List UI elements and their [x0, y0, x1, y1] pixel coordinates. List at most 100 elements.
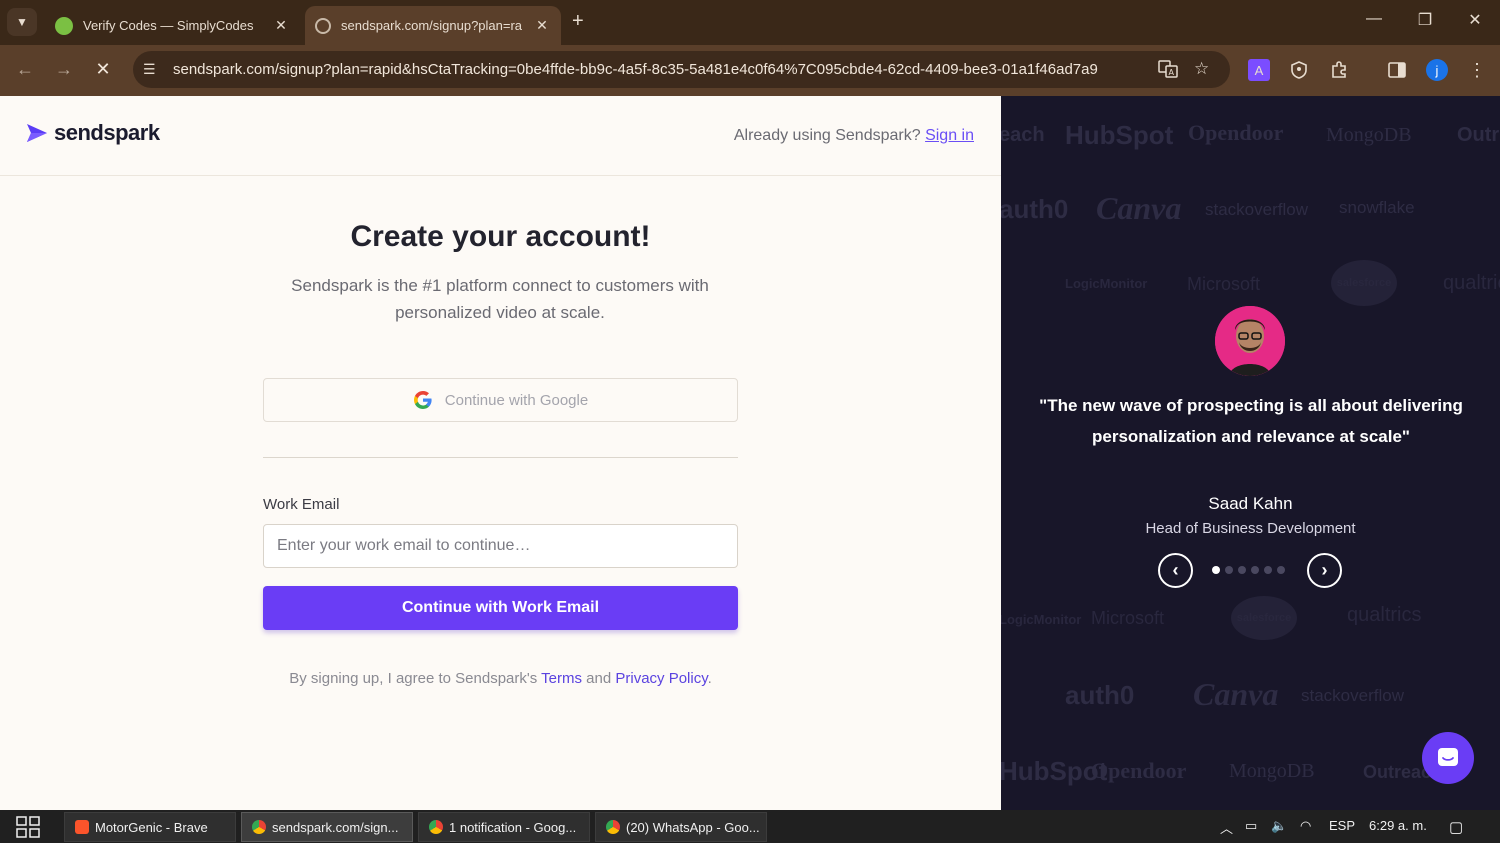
slide-dot[interactable] — [1277, 566, 1285, 574]
clock[interactable]: 6:29 a. m. — [1369, 818, 1427, 833]
terms-suffix: . — [707, 670, 712, 687]
next-slide-button[interactable]: › — [1307, 553, 1342, 588]
brand-logo: Opendoor — [1091, 758, 1187, 783]
brand-logo: qualtrics — [1443, 272, 1500, 294]
testimonial-panel: each HubSpot Opendoor MongoDB Outr auth0… — [1001, 96, 1500, 810]
privacy-policy-link[interactable]: Privacy Policy — [615, 670, 707, 687]
tray-overflow-chevron-icon[interactable]: ︿ — [1220, 818, 1233, 837]
brand-logo: HubSpot — [1065, 120, 1174, 150]
avatar — [1215, 306, 1285, 376]
chevron-down-icon: ▼ — [16, 15, 28, 29]
terms-prefix: By signing up, I agree to Sendspark's — [289, 670, 538, 687]
svg-text:A: A — [1169, 68, 1175, 77]
profile-initial: j — [1435, 62, 1439, 78]
chat-bubble-icon — [1438, 748, 1458, 766]
brand-logo: snowflake — [1339, 198, 1415, 217]
kebab-menu-icon[interactable]: ⋮ — [1466, 59, 1488, 81]
brand-logo: Opendoor — [1188, 120, 1284, 145]
shield-icon[interactable] — [1288, 59, 1310, 81]
close-tab-icon[interactable]: ✕ — [272, 17, 290, 34]
extension-a-icon[interactable]: A — [1248, 59, 1270, 81]
translate-icon[interactable]: A — [1158, 59, 1178, 84]
brand-logo: MongoDB — [1229, 760, 1315, 782]
slide-dot[interactable] — [1251, 566, 1259, 574]
volume-icon[interactable]: 🔈 — [1271, 818, 1287, 834]
restore-icon[interactable]: ❐ — [1410, 10, 1440, 30]
browser-toolbar: ← → ✕ ☰ sendspark.com/signup?plan=rapid&… — [0, 45, 1500, 96]
brand-logo: salesforce — [1331, 260, 1397, 306]
address-bar[interactable]: ☰ sendspark.com/signup?plan=rapid&hsCtaT… — [133, 51, 1230, 88]
wifi-icon[interactable]: ◠ — [1300, 818, 1311, 834]
profile-avatar[interactable]: j — [1426, 59, 1448, 81]
slide-indicator — [1212, 566, 1285, 574]
continue-with-email-button[interactable]: Continue with Work Email — [263, 586, 738, 630]
os-taskbar: MotorGenic - Brave sendspark.com/sign...… — [0, 810, 1500, 843]
browser-tab-bar: ▼ Verify Codes — SimplyCodes ✕ sendspark… — [0, 0, 1500, 45]
brand-logo: auth0 — [1065, 680, 1135, 710]
close-tab-icon[interactable]: ✕ — [533, 17, 551, 34]
tab-simplycodes[interactable]: Verify Codes — SimplyCodes ✕ — [45, 6, 300, 45]
stop-loading-icon[interactable]: ✕ — [91, 59, 115, 80]
chat-launcher-button[interactable] — [1422, 732, 1474, 784]
signup-panel: sendspark Already using Sendspark? Sign … — [0, 96, 1001, 810]
testimonial-name: Saad Kahn — [1208, 494, 1293, 513]
battery-icon[interactable]: ▭ — [1245, 818, 1257, 834]
site-info-icon[interactable]: ☰ — [143, 61, 156, 78]
forward-arrow-icon[interactable]: → — [52, 59, 76, 80]
tab-sendspark[interactable]: sendspark.com/signup?plan=ra ✕ — [305, 6, 561, 45]
brand-logo: auth0 — [1001, 194, 1069, 224]
logo-text: sendspark — [54, 120, 160, 145]
puzzle-extensions-icon[interactable] — [1328, 59, 1350, 81]
slide-dot[interactable] — [1212, 566, 1220, 574]
slide-dot[interactable] — [1238, 566, 1246, 574]
language-indicator[interactable]: ESP — [1329, 818, 1355, 833]
close-window-icon[interactable]: ✕ — [1460, 10, 1490, 30]
taskbar-item-label: 1 notification - Goog... — [449, 819, 577, 835]
sendspark-logo[interactable]: sendspark — [26, 120, 160, 146]
tab-title: Verify Codes — SimplyCodes — [83, 18, 254, 33]
extension-letter: A — [1254, 62, 1264, 78]
already-label: Already using Sendspark? — [733, 127, 921, 144]
email-field[interactable] — [263, 524, 738, 568]
taskbar-item-whatsapp[interactable]: (20) WhatsApp - Goo... — [595, 812, 767, 842]
side-panel-icon[interactable] — [1386, 59, 1408, 81]
tab-title: sendspark.com/signup?plan=ra — [341, 18, 523, 33]
brand-logo: LogicMonitor — [1001, 612, 1082, 627]
page-title: Create your account! — [350, 220, 651, 253]
person-avatar-icon — [1215, 306, 1285, 376]
bookmark-star-icon[interactable]: ☆ — [1194, 59, 1209, 79]
chrome-icon — [429, 820, 443, 834]
taskbar-item-sendspark[interactable]: sendspark.com/sign... — [241, 812, 413, 842]
brand-logo: stackoverflow — [1301, 686, 1404, 705]
brand-logo: each — [1001, 124, 1045, 146]
minimize-icon[interactable]: — — [1359, 10, 1389, 28]
brand-logo: salesforce — [1231, 596, 1297, 640]
google-g-icon — [413, 391, 432, 409]
divider — [263, 457, 738, 458]
page-header: sendspark Already using Sendspark? Sign … — [0, 96, 1001, 176]
prev-slide-button[interactable]: ‹ — [1158, 553, 1193, 588]
brand-logo: stackoverflow — [1205, 200, 1308, 219]
brand-logo: Canva — [1193, 676, 1279, 712]
terms-and: and — [586, 670, 612, 687]
terms-link[interactable]: Terms — [541, 670, 582, 687]
chrome-icon — [606, 820, 620, 834]
new-tab-button[interactable]: + — [572, 10, 584, 33]
tab-search-button[interactable]: ▼ — [7, 8, 37, 36]
simplycodes-favicon-icon — [55, 16, 73, 35]
slide-dot[interactable] — [1225, 566, 1233, 574]
slide-dot[interactable] — [1264, 566, 1272, 574]
testimonial-role: Head of Business Development — [1145, 520, 1356, 537]
taskbar-item-brave[interactable]: MotorGenic - Brave — [64, 812, 236, 842]
task-view-icon[interactable] — [15, 816, 41, 838]
back-arrow-icon[interactable]: ← — [13, 59, 37, 80]
brave-icon — [75, 820, 89, 834]
brand-logo: MongoDB — [1326, 124, 1412, 146]
chrome-icon — [252, 820, 266, 834]
sign-in-link[interactable]: Sign in — [925, 127, 974, 144]
notification-center-icon[interactable]: ▢ — [1449, 818, 1463, 836]
taskbar-item-notification[interactable]: 1 notification - Goog... — [418, 812, 590, 842]
url-text[interactable]: sendspark.com/signup?plan=rapid&hsCtaTra… — [173, 61, 1098, 78]
google-signin-button[interactable]: Continue with Google — [263, 378, 738, 422]
already-using-text: Already using Sendspark? Sign in — [734, 127, 974, 145]
